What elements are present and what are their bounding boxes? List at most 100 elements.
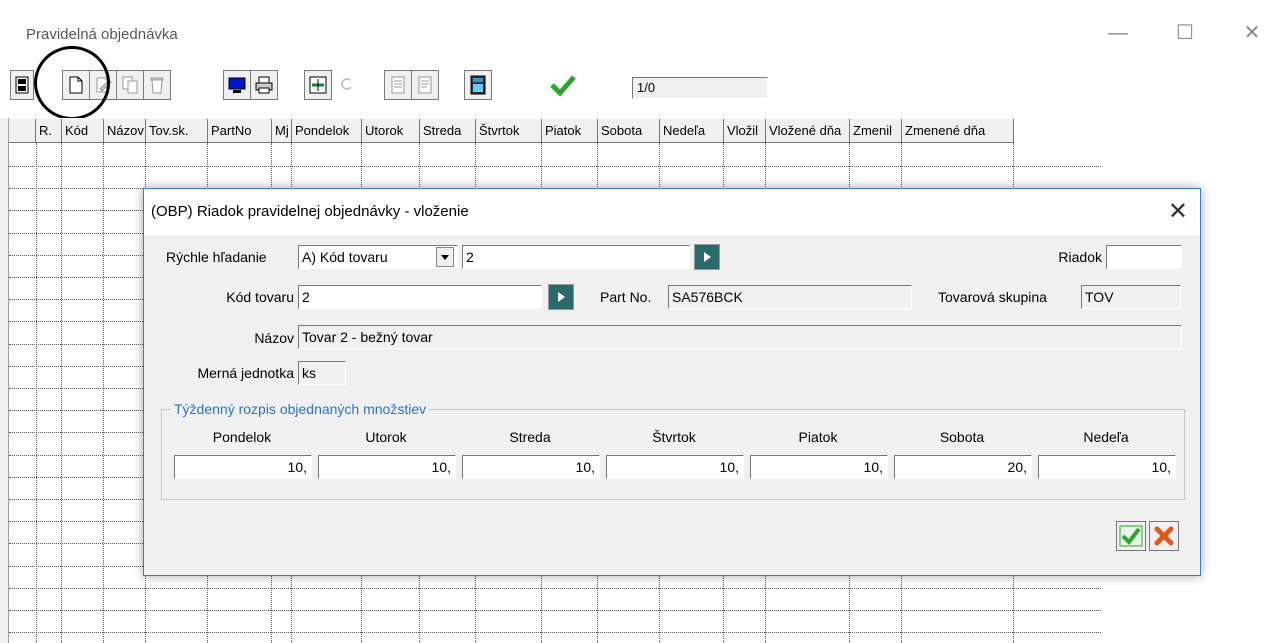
ok-button[interactable]: [1116, 521, 1146, 551]
column-header[interactable]: Streda: [420, 119, 476, 143]
dialog-close-icon[interactable]: ✕: [1168, 197, 1188, 227]
minimize-button[interactable]: —: [1095, 16, 1141, 50]
day-label: Sobota: [939, 429, 985, 445]
cancel-x-icon: [1154, 526, 1174, 546]
calculator-button[interactable]: [464, 70, 492, 100]
confirm-button[interactable]: [543, 70, 583, 100]
weekly-quantities-title: Týždenný rozpis objednaných množstiev: [171, 400, 430, 418]
copy-icon: [122, 76, 138, 94]
day-quantity-input[interactable]: 10,: [174, 455, 312, 479]
edit-icon: [96, 77, 112, 93]
check-icon: [1119, 525, 1143, 547]
toolbar: 1/0: [0, 64, 1283, 114]
print-button[interactable]: [250, 70, 278, 100]
name-label: Názov: [254, 330, 294, 346]
export-button[interactable]: [384, 70, 412, 100]
day-quantity-input[interactable]: 10,: [1038, 455, 1176, 479]
refresh-icon: [341, 78, 352, 90]
new-document-icon: [69, 76, 83, 94]
day-quantity-input[interactable]: 10,: [462, 455, 600, 479]
grid-column-line: [36, 143, 37, 643]
product-group-field: TOV: [1081, 285, 1181, 309]
record-counter: 1/0: [632, 77, 768, 99]
grid-row-line: [9, 588, 1101, 589]
column-header[interactable]: Nedeľa: [660, 119, 724, 143]
column-header[interactable]: Zmenené dňa: [902, 119, 1014, 143]
cancel-button[interactable]: [1149, 521, 1179, 551]
column-header[interactable]: Vložené dňa: [766, 119, 850, 143]
window-title: Pravidelná objednávka: [26, 26, 178, 43]
grid-row-line: [9, 632, 1101, 633]
day-quantity-input[interactable]: 10,: [750, 455, 888, 479]
quick-search-mode-select[interactable]: A) Kód tovaru: [298, 245, 458, 269]
grid-row-line: [9, 166, 1101, 167]
day-label: Piatok: [798, 429, 838, 445]
day-quantity-input[interactable]: 10,: [318, 455, 456, 479]
unit-label: Merná jednotka: [197, 365, 294, 381]
unit-field: ks: [298, 361, 346, 385]
print-icon: [255, 76, 273, 94]
monitor-button[interactable]: [223, 70, 251, 100]
copy-button[interactable]: [116, 70, 144, 100]
delete-button[interactable]: [143, 70, 171, 100]
chevron-down-icon[interactable]: [436, 247, 454, 267]
column-header[interactable]: PartNo: [208, 119, 272, 143]
day-label: Utorok: [365, 429, 407, 445]
column-header[interactable]: Utorok: [362, 119, 420, 143]
play-icon: [703, 252, 711, 262]
column-header[interactable]: Kód: [62, 119, 104, 143]
column-header[interactable]: Názov: [104, 119, 146, 143]
column-header[interactable]: Pondelok: [292, 119, 362, 143]
item-code-input[interactable]: 2: [298, 285, 542, 309]
day-quantity-input[interactable]: 20,: [894, 455, 1032, 479]
day-label: Nedeľa: [1083, 429, 1129, 445]
delete-icon: [150, 77, 164, 94]
import-button[interactable]: [411, 70, 439, 100]
part-no-label: Part No.: [600, 289, 652, 305]
column-header[interactable]: Vložil: [724, 119, 766, 143]
name-field: Tovar 2 - bežný tovar: [298, 325, 1182, 349]
column-header[interactable]: Štvrtok: [476, 119, 542, 143]
calculator-icon: [470, 75, 486, 95]
product-group-label: Tovarová skupina: [938, 289, 1047, 305]
grid-row-line: [9, 610, 1101, 611]
import-icon: [418, 76, 432, 94]
transfer-icon: [309, 76, 327, 94]
day-quantity-input[interactable]: 10,: [606, 455, 744, 479]
quick-search-mode-value: A) Kód tovaru: [302, 249, 388, 265]
insert-line-dialog: (OBP) Riadok pravidelnej objednávky - vl…: [143, 188, 1201, 576]
dialog-titlebar: (OBP) Riadok pravidelnej objednávky - vl…: [144, 189, 1200, 235]
edit-button[interactable]: [89, 70, 117, 100]
quick-search-go-button[interactable]: [694, 244, 720, 270]
day-label: Pondelok: [212, 429, 272, 445]
confirm-check-icon: [550, 75, 576, 97]
column-header[interactable]: Mj: [272, 119, 292, 143]
exit-button[interactable]: [10, 70, 34, 100]
column-header[interactable]: Zmenil: [850, 119, 902, 143]
column-header[interactable]: R.: [36, 119, 62, 143]
export-icon: [391, 76, 405, 94]
monitor-icon: [228, 77, 246, 93]
column-header[interactable]: Tov.sk.: [146, 119, 208, 143]
new-button[interactable]: [62, 70, 90, 100]
grid-column-line: [61, 143, 62, 643]
column-header[interactable]: Sobota: [598, 119, 660, 143]
quick-search-input[interactable]: 2: [462, 245, 690, 269]
part-no-field: SA576BCK: [668, 285, 912, 309]
row-input[interactable]: [1106, 245, 1182, 269]
exit-icon: [15, 76, 29, 94]
grid-column-line: [103, 143, 104, 643]
day-label: Streda: [509, 429, 551, 445]
row-label: Riadok: [1058, 249, 1102, 265]
column-header[interactable]: Piatok: [542, 119, 598, 143]
quick-search-label: Rýchle hľadanie: [166, 249, 267, 265]
play-icon: [557, 292, 565, 302]
transfer-button[interactable]: [304, 70, 332, 100]
grid-corner: [9, 119, 36, 143]
maximize-button[interactable]: ☐: [1162, 16, 1208, 50]
item-code-go-button[interactable]: [548, 284, 574, 310]
close-button[interactable]: ✕: [1229, 16, 1275, 50]
dialog-title: (OBP) Riadok pravidelnej objednávky - vl…: [151, 203, 469, 220]
item-code-label: Kód tovaru: [226, 289, 294, 305]
refresh-button[interactable]: [334, 70, 360, 100]
